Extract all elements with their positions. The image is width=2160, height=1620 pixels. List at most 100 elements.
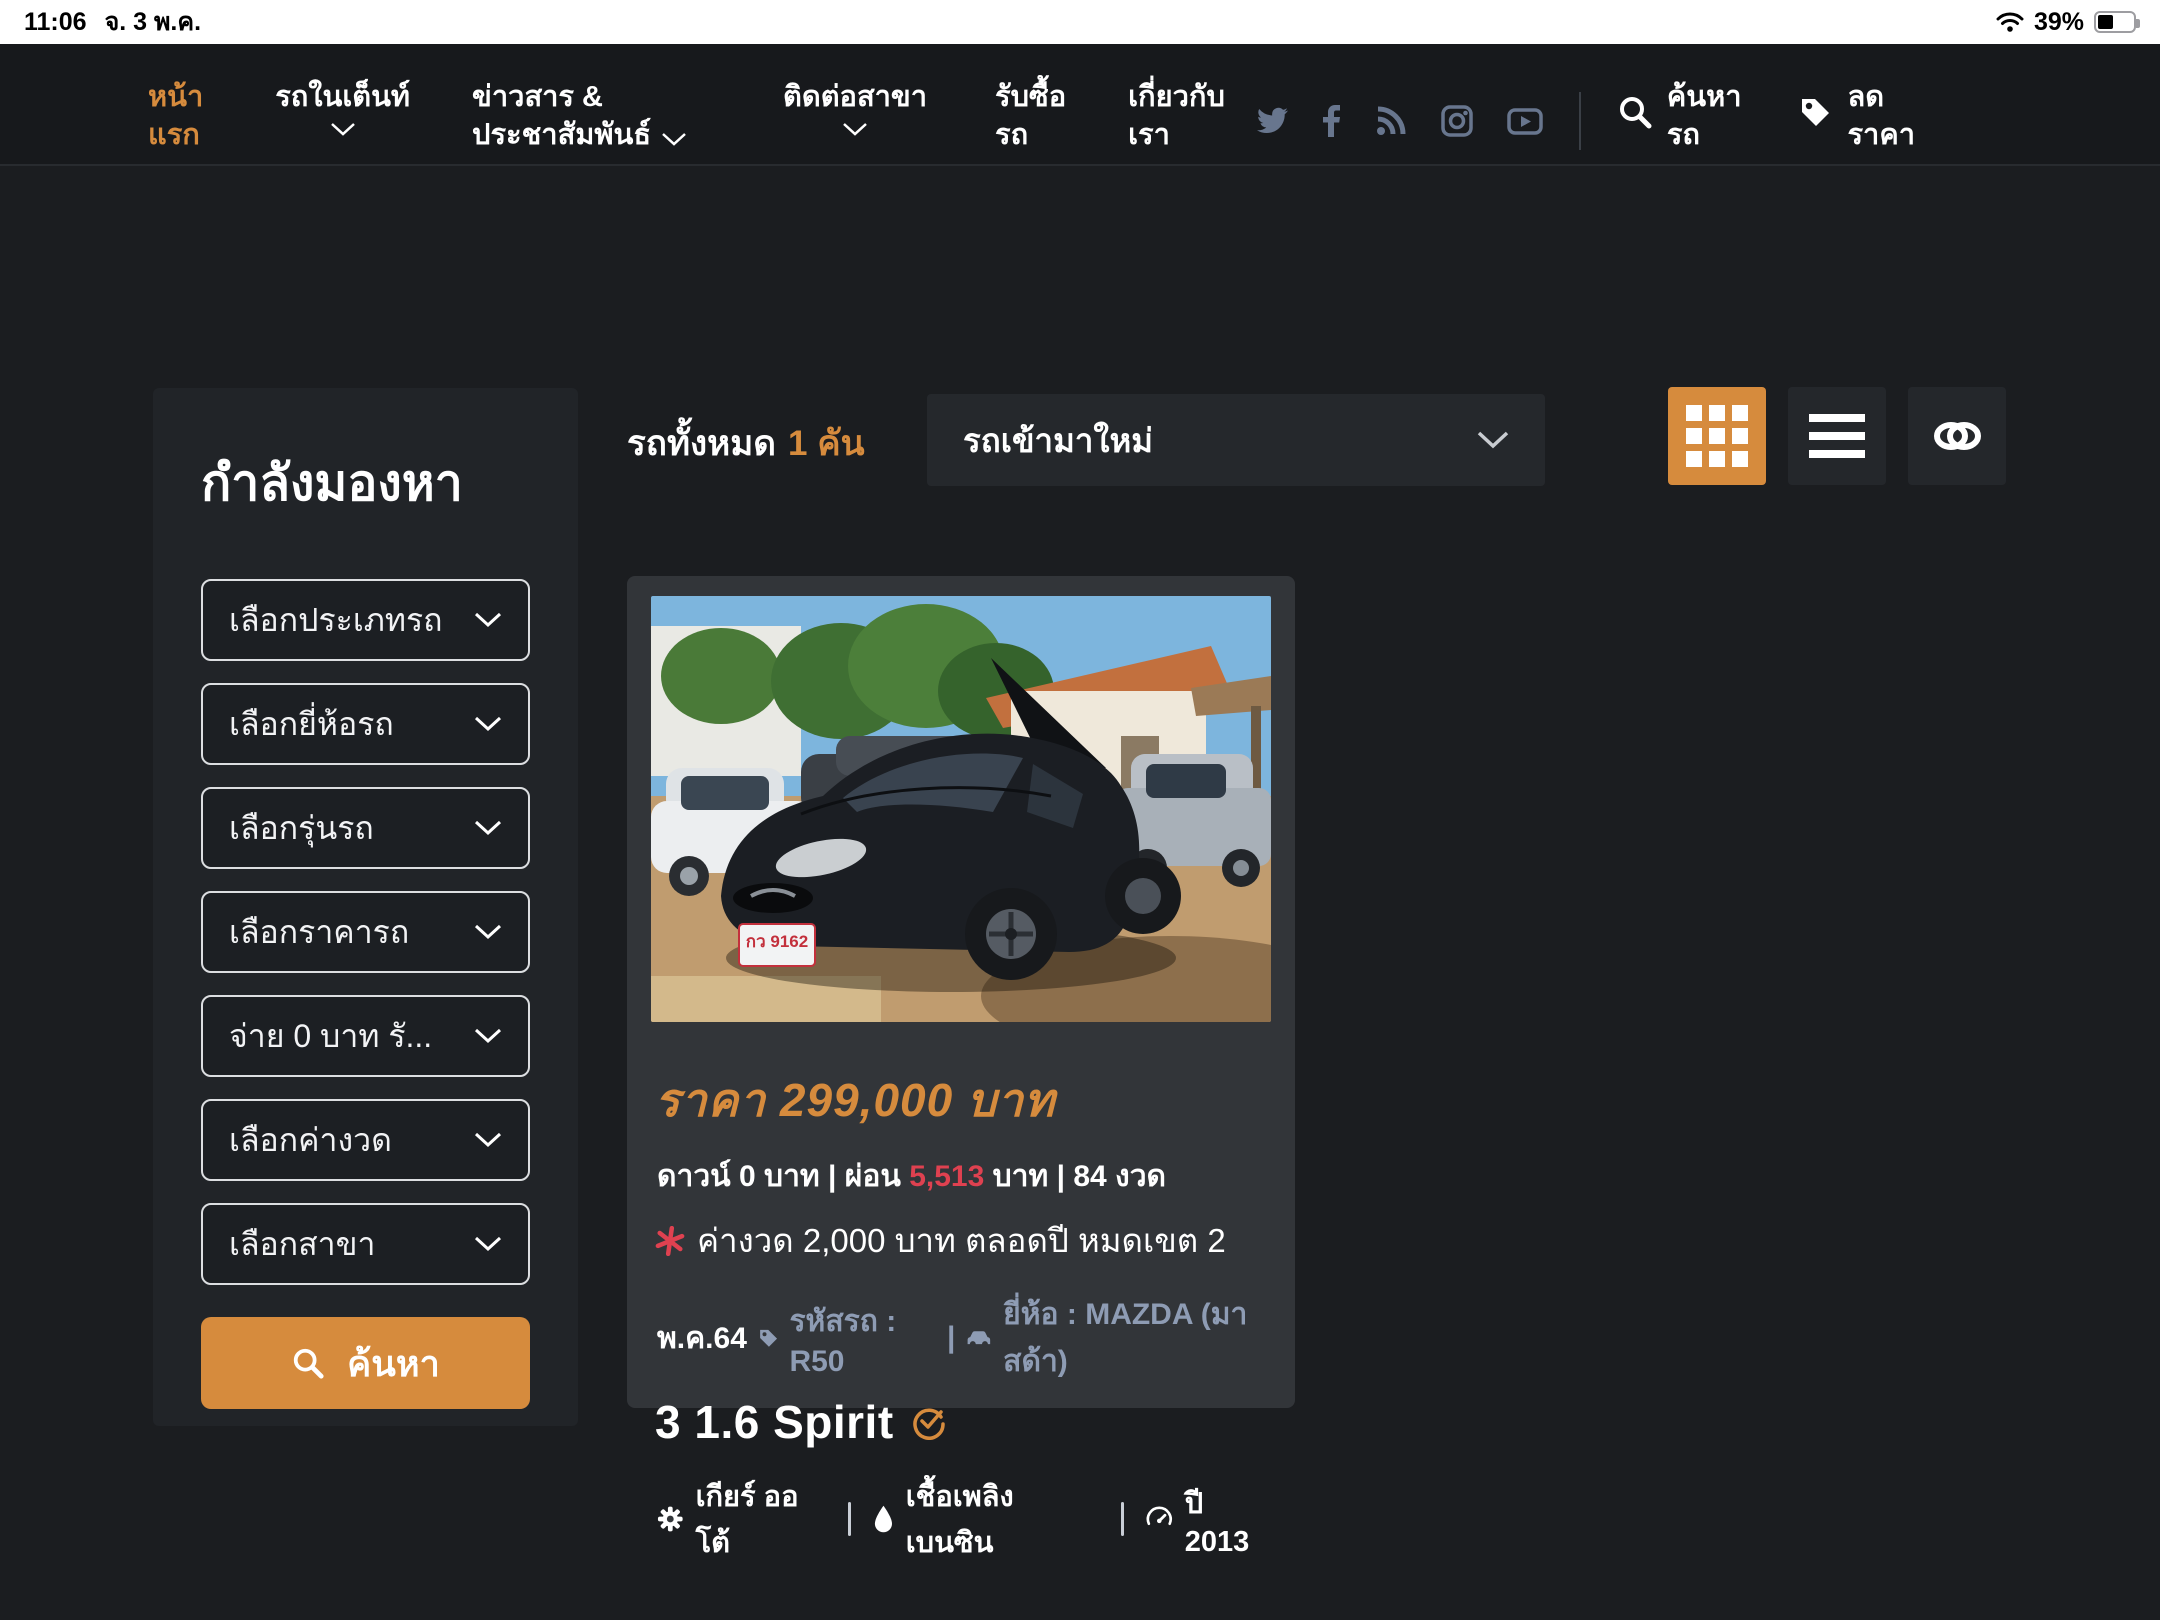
instagram-icon[interactable] (1441, 105, 1473, 137)
car-photo: กว 9162 (651, 596, 1271, 1022)
check-circle-icon (910, 1404, 946, 1440)
filter-branch[interactable]: เลือกสาขา (201, 1203, 530, 1285)
fuel-drop-icon (873, 1504, 894, 1534)
chevron-down-icon (474, 1028, 502, 1044)
nav-item-home[interactable]: หน้า แรก (148, 78, 203, 154)
twitter-icon[interactable] (1255, 106, 1289, 136)
status-time: 11:06 (24, 8, 87, 37)
tag-icon (1797, 94, 1833, 130)
chevron-down-icon (474, 1236, 502, 1252)
nav-item-about-us[interactable]: เกี่ยวกับ เรา (1128, 78, 1225, 154)
results-summary: รถทั้งหมด 1 คัน (627, 416, 865, 471)
tag-icon (757, 1325, 780, 1351)
chevron-down-icon (474, 716, 502, 732)
nav-item-contact-branch[interactable]: ติดต่อสาขา (783, 78, 927, 136)
chevron-down-icon (474, 1132, 502, 1148)
listing-price: ราคา 299,000 บาท (655, 1064, 1271, 1137)
status-date: จ. 3 พ.ค. (105, 2, 201, 42)
spec-fuel-text: เชื้อเพลิง เบนซิน (906, 1473, 1100, 1565)
spec-separator (848, 1502, 851, 1536)
list-icon (1809, 414, 1865, 458)
chevron-down-icon (474, 820, 502, 836)
nav-item-news[interactable]: ข่าวสาร & ประชาสัมพันธ์ (472, 78, 687, 154)
nav-buy-label: รับซื้อ รถ (995, 78, 1066, 154)
spec-fuel: เชื้อเพลิง เบนซิน (873, 1473, 1099, 1565)
nav-item-buy-car[interactable]: รับซื้อ รถ (995, 78, 1066, 154)
filter-price[interactable]: เลือกราคารถ (201, 891, 530, 973)
listing-finance: ดาวน์ 0 บาท | ผ่อน 5,513 บาท | 84 งวด (657, 1153, 1271, 1200)
chevron-down-icon (474, 924, 502, 940)
chevron-down-icon (330, 122, 356, 136)
listing-meta: พ.ค.64 รหัสรถ : R50 | ยี่ห้อ : MAZDA (มา… (657, 1291, 1271, 1385)
nav-news-label: ข่าวสาร & ประชาสัมพันธ์ (472, 78, 651, 154)
search-button[interactable]: ค้นหา (201, 1317, 530, 1409)
results-count: 1 คัน (788, 424, 865, 463)
asterisk-icon (655, 1226, 685, 1256)
spec-year: ปี 2013 (1146, 1480, 1271, 1559)
results-prefix: รถทั้งหมด (627, 424, 776, 463)
nav-home-label: หน้า แรก (148, 78, 203, 154)
filter-label: เลือกยี่ห้อรถ (229, 699, 394, 750)
spec-gear: เกียร์ ออโต้ (657, 1473, 826, 1565)
grid-icon (1686, 405, 1748, 467)
car-icon (965, 1325, 993, 1351)
listing-promo: ค่างวด 2,000 บาท ตลอดปี หมดเขต 2 (655, 1214, 1271, 1267)
chevron-down-icon (1477, 431, 1509, 449)
listing-model: 3 1.6 Spirit (655, 1395, 894, 1449)
listing-specs: เกียร์ ออโต้ เชื้อเพลิง เบนซิน ปี 2013 (657, 1473, 1271, 1565)
filter-car-type[interactable]: เลือกประเภทรถ (201, 579, 530, 661)
nav-divider (1579, 92, 1581, 150)
listing-brand: ยี่ห้อ : MAZDA (มาสด้า) (1003, 1291, 1271, 1385)
rss-icon[interactable] (1375, 105, 1407, 137)
nav-about-label: เกี่ยวกับ เรา (1128, 78, 1225, 154)
spec-year-text: ปี 2013 (1185, 1480, 1271, 1559)
view-list-button[interactable] (1788, 387, 1886, 485)
spec-separator (1121, 1502, 1124, 1536)
finance-post: บาท | 84 งวด (984, 1160, 1166, 1193)
social-links (1255, 105, 1543, 137)
filter-label: เลือกรุ่นรถ (229, 803, 374, 854)
car-code: รหัสรถ : R50 (789, 1298, 937, 1379)
chevron-down-icon (842, 122, 868, 136)
chevron-down-icon (661, 132, 687, 146)
nav-search-label: ค้นหา รถ (1667, 78, 1742, 154)
gauge-icon (1146, 1505, 1173, 1533)
sidebar-title: กำลังมองหา (201, 444, 530, 523)
view-toggles (1668, 387, 2006, 485)
search-icon (291, 1346, 325, 1380)
search-button-label: ค้นหา (347, 1335, 440, 1392)
filter-installment[interactable]: เลือกค่างวด (201, 1099, 530, 1181)
sort-selected-label: รถเข้ามาใหม่ (963, 414, 1153, 467)
nav-item-cars-in-stock[interactable]: รถในเต็นท์ (275, 78, 410, 136)
filter-label: เลือกประเภทรถ (229, 595, 443, 646)
filter-brand[interactable]: เลือกยี่ห้อรถ (201, 683, 530, 765)
link-icon (1930, 418, 1984, 454)
filter-label: จ่าย 0 บาท รั... (229, 1011, 432, 1062)
listing-model-row: 3 1.6 Spirit (655, 1395, 1271, 1449)
car-listing-card[interactable]: กว 9162 ราคา 299,000 บาท ดาวน์ 0 บาท | ผ… (627, 576, 1295, 1408)
gear-icon (657, 1505, 684, 1533)
status-bar: 11:06 จ. 3 พ.ค. 39% (0, 0, 2160, 44)
chevron-down-icon (474, 612, 502, 628)
view-link-button[interactable] (1908, 387, 2006, 485)
wifi-icon (1996, 11, 2024, 33)
filter-label: เลือกสาขา (229, 1219, 375, 1270)
filter-down-payment[interactable]: จ่าย 0 บาท รั... (201, 995, 530, 1077)
youtube-icon[interactable] (1507, 106, 1543, 136)
facebook-icon[interactable] (1323, 105, 1341, 137)
nav-sale[interactable]: ลด ราคา (1797, 78, 1915, 154)
filter-model[interactable]: เลือกรุ่นรถ (201, 787, 530, 869)
page: 11:06 จ. 3 พ.ค. 39% หน้า แรก รถในเต็นท์ … (0, 0, 2160, 1620)
nav-search-car[interactable]: ค้นหา รถ (1617, 78, 1742, 154)
nav-contact-label: ติดต่อสาขา (783, 78, 927, 116)
view-grid-button[interactable] (1668, 387, 1766, 485)
battery-icon (2094, 11, 2136, 33)
filter-label: เลือกค่างวด (229, 1115, 392, 1166)
listed-month: พ.ค.64 (657, 1315, 747, 1362)
search-filter-panel: กำลังมองหา เลือกประเภทรถ เลือกยี่ห้อรถ เ… (153, 388, 578, 1426)
meta-separator: | (947, 1321, 955, 1355)
license-plate-text: กว 9162 (746, 932, 808, 951)
sort-dropdown[interactable]: รถเข้ามาใหม่ (927, 394, 1545, 486)
search-icon (1617, 94, 1653, 130)
nav-sale-label: ลด ราคา (1847, 78, 1915, 154)
